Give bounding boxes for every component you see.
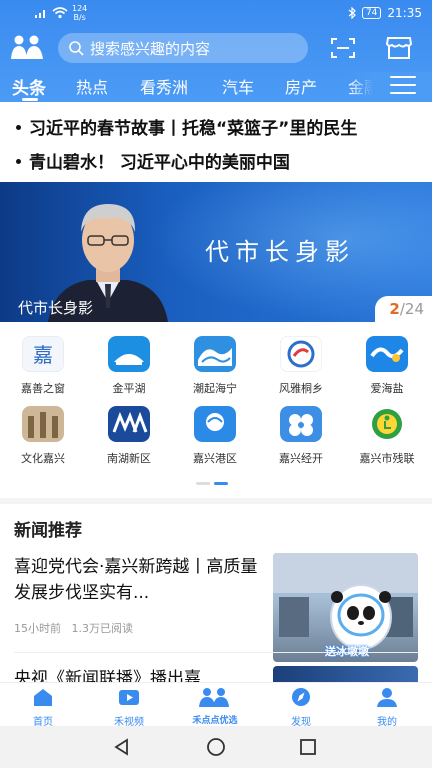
nanhu-district-icon — [108, 406, 150, 442]
tongxiang-icon — [279, 335, 323, 373]
search-input[interactable]: 搜索感兴趣的内容 — [58, 33, 308, 63]
banner-caption: 代市长身影 — [18, 299, 94, 317]
app-disabled-federation[interactable]: 嘉兴市残联 — [344, 406, 430, 466]
app-root: 124 B/s 74 21:35 搜索感兴趣的内容 头条 热点 看秀洲 汽车 房… — [0, 0, 432, 768]
culture-jiaxing-icon — [22, 406, 64, 442]
status-bar: 124 B/s 74 21:35 — [0, 0, 432, 28]
bottom-nav: 首页 禾视频 禾点点优选 发现 我的 — [0, 682, 432, 728]
profile-icon — [377, 688, 397, 707]
svg-text:嘉: 嘉 — [33, 343, 53, 367]
section-title: 新闻推荐 — [14, 521, 82, 541]
tab-kanxiuzhou[interactable]: 看秀洲 — [140, 74, 188, 98]
banner-pager: 2/24 — [375, 296, 432, 322]
apps-page-indicator — [196, 482, 228, 485]
nav-profile[interactable]: 我的 — [344, 687, 430, 728]
app-haining[interactable]: 潮起海宁 — [172, 336, 258, 396]
news-item-thumbnail[interactable]: 送冰墩墩 — [273, 553, 418, 662]
channel-tabs: 头条 热点 看秀洲 汽车 房产 金融 — [0, 72, 432, 102]
disabled-federation-icon — [366, 406, 408, 442]
store-icon[interactable] — [385, 35, 413, 61]
district-apps-grid: 嘉 嘉善之窗 金平湖 潮起海宁 风雅桐乡 爱海盐 文化嘉兴 南湖新区 嘉兴港区 … — [0, 332, 432, 472]
tab-fangchan[interactable]: 房产 — [285, 74, 317, 98]
tab-qiche[interactable]: 汽车 — [222, 74, 254, 98]
jinpinghu-icon — [108, 336, 150, 372]
tab-toutiao[interactable]: 头条 — [12, 74, 46, 99]
app-tongxiang[interactable]: 风雅桐乡 — [258, 335, 344, 396]
app-haiyan[interactable]: 爱海盐 — [344, 336, 430, 396]
haiyan-icon — [366, 336, 408, 372]
back-icon[interactable] — [112, 737, 132, 757]
status-time: 21:35 — [387, 6, 422, 20]
app-jiashan[interactable]: 嘉 嘉善之窗 — [0, 335, 86, 396]
search-icon — [69, 41, 84, 56]
recents-icon[interactable] — [298, 737, 318, 757]
bluetooth-icon — [348, 7, 356, 19]
jiaxing-econ-zone-icon — [280, 406, 322, 442]
active-tab-indicator — [22, 98, 38, 101]
shopping-icon — [199, 688, 229, 707]
nav-discover[interactable]: 发现 — [258, 687, 344, 728]
app-culture-jiaxing[interactable]: 文化嘉兴 — [0, 406, 86, 466]
scan-icon[interactable] — [330, 36, 356, 60]
news-item-meta: 15小时前 1.3万已阅读 — [14, 622, 133, 635]
nav-video[interactable]: 禾视频 — [86, 687, 172, 728]
search-placeholder: 搜索感兴趣的内容 — [90, 39, 211, 58]
system-nav-bar — [0, 726, 432, 768]
app-jiaxing-port[interactable]: 嘉兴港区 — [172, 406, 258, 466]
headline-item[interactable]: 习近平的春节故事丨托稳“菜篮子”里的民生 — [16, 114, 357, 139]
network-speed: 124 B/s — [72, 4, 88, 22]
jiashan-window-icon: 嘉 — [21, 335, 65, 373]
jiaxing-port-icon — [194, 406, 236, 442]
home-icon — [34, 689, 52, 706]
news-item-title[interactable]: 喜迎党代会·嘉兴新跨越丨高质量发展步伐坚实有... — [14, 554, 262, 606]
banner-carousel[interactable]: 代市长身影 代市长身影 2/24 — [0, 182, 432, 322]
app-jinpinghu[interactable]: 金平湖 — [86, 336, 172, 396]
header: 124 B/s 74 21:35 搜索感兴趣的内容 头条 热点 看秀洲 汽车 房… — [0, 0, 432, 102]
home-circle-icon[interactable] — [206, 737, 226, 757]
app-logo-icon[interactable] — [10, 34, 44, 60]
video-icon — [119, 690, 139, 705]
haining-wave-icon — [194, 336, 236, 372]
banner-headline: 代市长身影 — [205, 238, 355, 266]
tab-redian[interactable]: 热点 — [76, 74, 108, 98]
nav-home[interactable]: 首页 — [0, 687, 86, 728]
headline-item[interactable]: 青山碧水！ 习近平心中的美丽中国 — [16, 148, 290, 173]
app-nanhu[interactable]: 南湖新区 — [86, 406, 172, 466]
compass-icon — [292, 688, 310, 706]
channel-menu-icon[interactable] — [390, 76, 416, 96]
thumbnail-caption: 送冰墩墩 — [325, 645, 369, 658]
battery-indicator: 74 — [361, 7, 382, 19]
signal-icon — [35, 10, 45, 18]
wifi-icon — [52, 7, 68, 19]
nav-youxuan[interactable]: 禾点点优选 — [172, 687, 258, 726]
app-jiaxing-econ[interactable]: 嘉兴经开 — [258, 406, 344, 466]
